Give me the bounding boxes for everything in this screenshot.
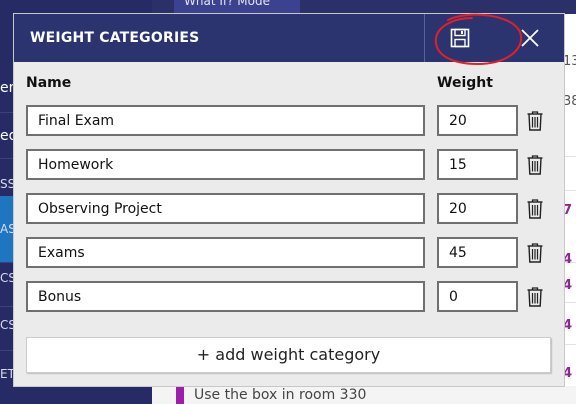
delete-category-button[interactable]	[525, 285, 545, 309]
dialog-header: WEIGHT CATEGORIES	[14, 14, 564, 62]
background-value: 13	[563, 54, 576, 69]
category-row	[14, 149, 564, 181]
category-weight-input[interactable]	[437, 237, 518, 268]
weight-categories-dialog: WEIGHT CATEGORIES Name Weight Final Exam…	[14, 13, 564, 386]
category-row	[14, 193, 564, 225]
delete-category-button[interactable]	[525, 241, 545, 265]
sidebar-item-label[interactable]: ET	[0, 367, 15, 381]
category-row	[14, 237, 564, 269]
sidebar-item-label[interactable]: SS	[0, 177, 15, 191]
category-weight-input[interactable]	[437, 281, 518, 312]
dialog-title: WEIGHT CATEGORIES	[30, 30, 200, 46]
delete-category-button[interactable]	[525, 109, 545, 133]
category-name-input[interactable]	[26, 105, 425, 136]
floppy-disk-icon	[450, 28, 470, 48]
trash-icon	[527, 155, 543, 175]
category-name-input[interactable]	[26, 281, 425, 312]
trash-icon	[527, 243, 543, 263]
trash-icon	[527, 287, 543, 307]
background-value: 4	[563, 318, 573, 333]
close-button[interactable]	[506, 14, 554, 62]
background-value: 4	[563, 252, 573, 267]
column-header-weight: Weight	[437, 75, 493, 91]
category-name-input[interactable]	[26, 237, 425, 268]
save-button[interactable]	[425, 14, 495, 62]
trash-icon	[527, 199, 543, 219]
background-value: 7	[563, 203, 573, 218]
background-item-text: Use the box in room 330	[194, 387, 367, 403]
category-weight-input[interactable]	[437, 105, 518, 136]
column-header-name: Name	[26, 75, 72, 91]
background-value: 38	[563, 94, 576, 109]
delete-category-button[interactable]	[525, 153, 545, 177]
trash-icon	[527, 111, 543, 131]
category-name-input[interactable]	[26, 193, 425, 224]
category-name-input[interactable]	[26, 149, 425, 180]
close-icon	[521, 29, 539, 47]
category-weight-input[interactable]	[437, 193, 518, 224]
add-weight-category-button[interactable]: + add weight category	[26, 337, 551, 373]
accent-bar	[176, 386, 184, 404]
delete-category-button[interactable]	[525, 197, 545, 221]
category-row	[14, 105, 564, 137]
category-weight-input[interactable]	[437, 149, 518, 180]
background-value: 4	[563, 366, 573, 381]
background-value: 4	[563, 278, 573, 293]
category-row	[14, 281, 564, 313]
tab-what-if-mode[interactable]: What If? Mode	[174, 0, 300, 14]
